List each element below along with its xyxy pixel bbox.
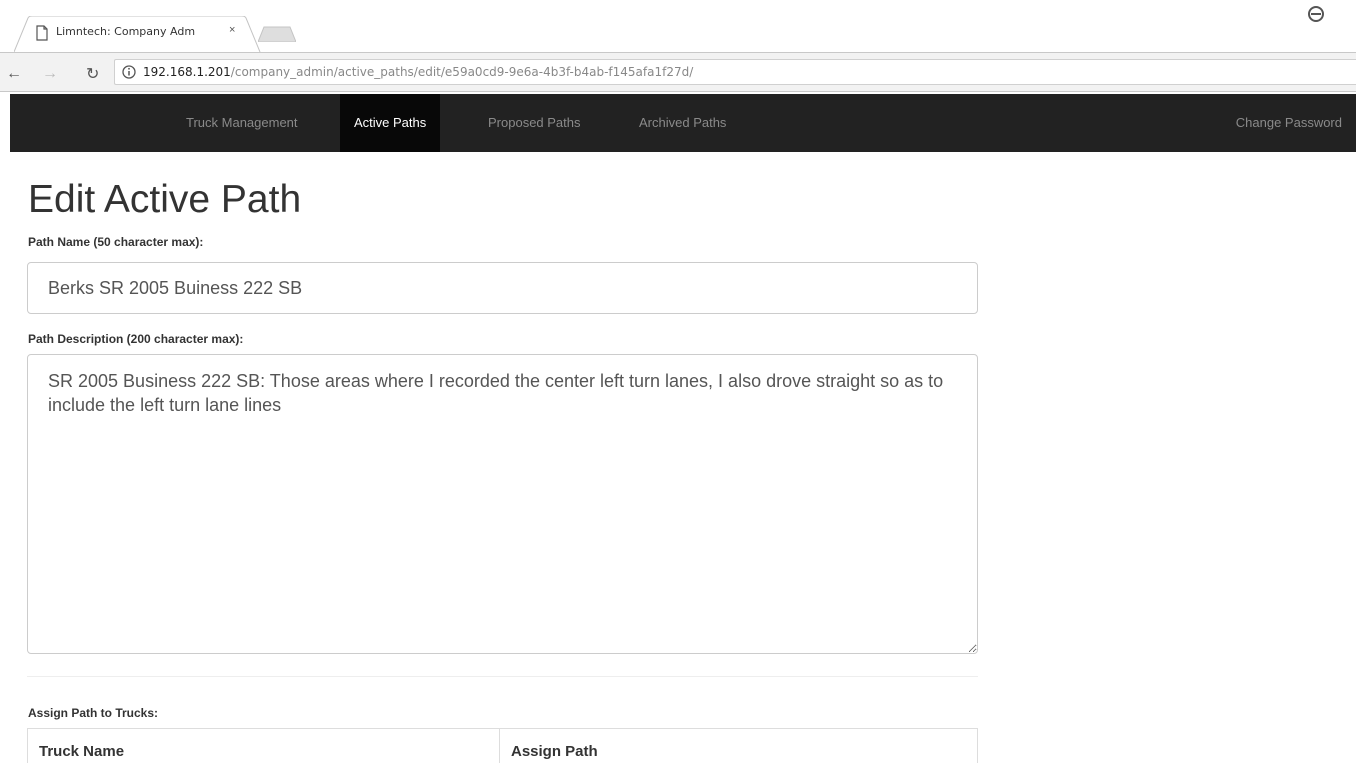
browser-tab-strip: Limntech: Company Adm × — [0, 0, 1356, 52]
path-description-label: Path Description (200 character max): — [28, 332, 244, 346]
column-header-truck-name: Truck Name — [28, 729, 500, 763]
new-tab-icon[interactable] — [258, 26, 296, 42]
divider — [27, 676, 978, 677]
document-icon — [36, 25, 48, 41]
url-path: /company_admin/active_paths/edit/e59a0cd… — [230, 65, 694, 79]
tab-title: Limntech: Company Adm — [56, 25, 196, 38]
browser-tab[interactable]: Limntech: Company Adm × — [14, 16, 262, 52]
profile-icon[interactable] — [1307, 5, 1325, 23]
truck-assignment-table: Truck Name Assign Path — [27, 728, 978, 763]
path-name-label: Path Name (50 character max): — [28, 235, 204, 249]
site-navbar: Truck Management Active Paths Proposed P… — [10, 94, 1356, 152]
path-name-input[interactable]: Berks SR 2005 Buiness 222 SB — [27, 262, 978, 314]
column-header-assign-path: Assign Path — [511, 743, 598, 760]
url-text[interactable]: 192.168.1.201/company_admin/active_paths… — [143, 65, 693, 79]
nav-active-paths[interactable]: Active Paths — [340, 94, 441, 152]
nav-proposed-paths[interactable]: Proposed Paths — [474, 94, 595, 152]
path-description-textarea[interactable]: SR 2005 Business 222 SB: Those areas whe… — [27, 354, 978, 654]
reload-icon[interactable]: ↻ — [86, 64, 99, 84]
nav-archived-paths[interactable]: Archived Paths — [625, 94, 740, 152]
close-icon[interactable]: × — [229, 24, 235, 36]
url-host: 192.168.1.201 — [143, 65, 231, 79]
page-title: Edit Active Path — [28, 178, 302, 221]
browser-toolbar: ← → ↻ 192.168.1.201/company_admin/active… — [0, 52, 1356, 92]
forward-icon[interactable]: → — [42, 65, 58, 83]
assign-trucks-label: Assign Path to Trucks: — [28, 706, 159, 720]
info-icon[interactable] — [122, 65, 136, 79]
nav-truck-management[interactable]: Truck Management — [172, 94, 312, 152]
back-icon[interactable]: ← — [6, 65, 22, 83]
nav-change-password[interactable]: Change Password — [1222, 94, 1356, 152]
address-bar[interactable]: 192.168.1.201/company_admin/active_paths… — [114, 59, 1356, 85]
